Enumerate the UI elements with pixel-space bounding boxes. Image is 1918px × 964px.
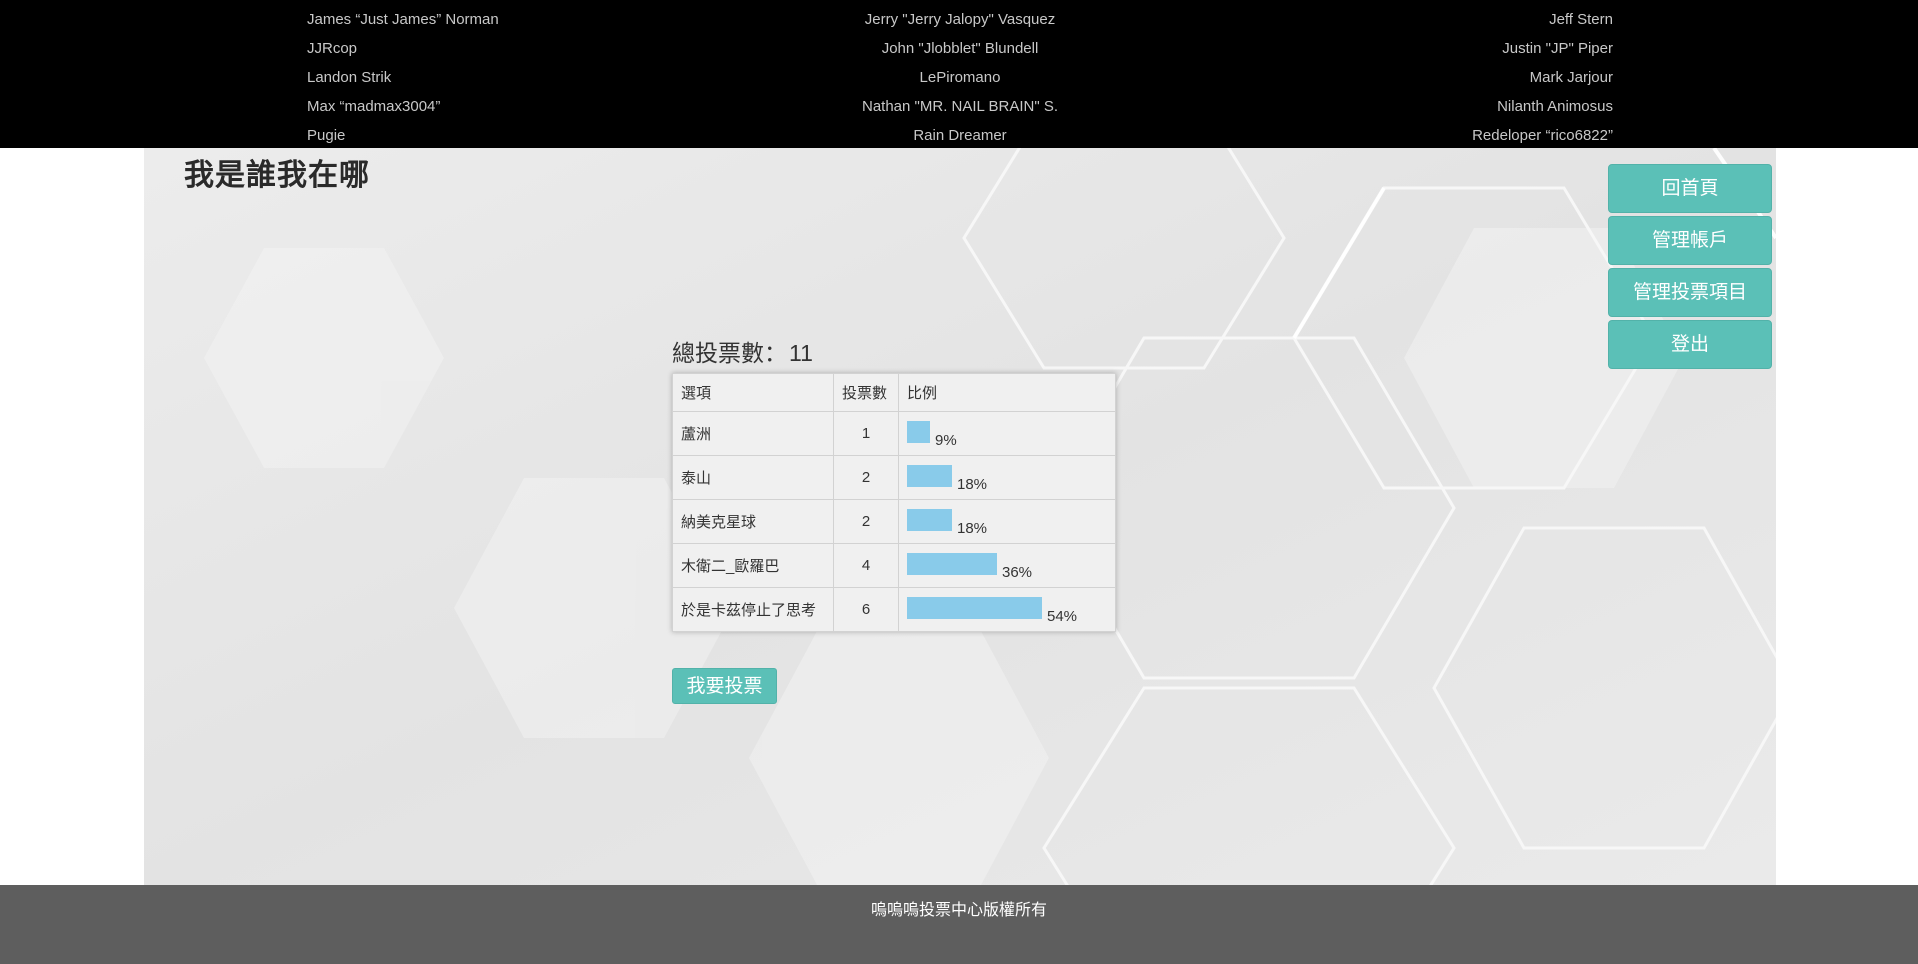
credit-name: John "Jlobblet" Blundell bbox=[881, 40, 1039, 57]
ratio-bar bbox=[907, 464, 952, 487]
ratio-bar bbox=[907, 552, 997, 575]
table-row: 泰山 2 18% bbox=[672, 455, 1116, 500]
ratio-bar bbox=[907, 596, 1042, 619]
results-table: 選項 投票數 比例 蘆洲 1 9% 泰山 2 18% 納美克星球 2 18% 木… bbox=[672, 373, 1116, 632]
option-name: 於是卡茲停止了思考 bbox=[672, 587, 834, 632]
table-row: 蘆洲 1 9% bbox=[672, 411, 1116, 456]
table-row: 納美克星球 2 18% bbox=[672, 499, 1116, 544]
credits-column-middle: Jerry "Jerry Jalopy" Vasquez John "Jlobb… bbox=[760, 0, 1160, 148]
credit-name: Mark Jarjour bbox=[1529, 69, 1613, 86]
ratio-bar bbox=[907, 420, 930, 443]
credit-name: Pugie bbox=[307, 127, 346, 144]
table-header-row: 選項 投票數 比例 bbox=[672, 373, 1116, 412]
option-name: 納美克星球 bbox=[672, 499, 834, 544]
vote-count: 4 bbox=[833, 543, 899, 588]
ratio-column-header: 比例 bbox=[898, 373, 1116, 412]
vote-count: 6 bbox=[833, 587, 899, 632]
option-column-header: 選項 bbox=[672, 373, 834, 412]
ratio-cell: 18% bbox=[898, 455, 1116, 500]
option-name: 木衛二_歐羅巴 bbox=[672, 543, 834, 588]
total-votes-label: 總投票數： bbox=[672, 340, 787, 366]
main-panel: 我是誰我在哪 回首頁 管理帳戶 管理投票項目 登出 總投票數：11 選項 投票數… bbox=[144, 148, 1776, 885]
credits-band: James “Just James” Norman JJRcop Landon … bbox=[0, 0, 1918, 148]
logout-button[interactable]: 登出 bbox=[1608, 320, 1772, 369]
credit-name: Justin "JP" Piper bbox=[1502, 40, 1613, 57]
ratio-cell: 54% bbox=[898, 587, 1116, 632]
ratio-cell: 18% bbox=[898, 499, 1116, 544]
ratio-percent: 9% bbox=[935, 431, 957, 449]
vote-button[interactable]: 我要投票 bbox=[672, 668, 777, 704]
credit-name: Max “madmax3004” bbox=[307, 98, 441, 115]
option-name: 泰山 bbox=[672, 455, 834, 500]
ratio-cell: 9% bbox=[898, 411, 1116, 456]
total-votes: 總投票數：11 bbox=[672, 334, 813, 368]
vote-count: 1 bbox=[833, 411, 899, 456]
credit-name: Nathan "MR. NAIL BRAIN" S. bbox=[862, 98, 1058, 115]
side-nav: 回首頁 管理帳戶 管理投票項目 登出 bbox=[1608, 164, 1772, 372]
footer: 嗚嗚嗚投票中心版權所有 bbox=[0, 885, 1918, 964]
credit-name: Redeloper “rico6822” bbox=[1472, 127, 1613, 144]
ratio-percent: 54% bbox=[1047, 607, 1078, 625]
credit-name: LePiromano bbox=[919, 69, 1001, 86]
ratio-cell: 36% bbox=[898, 543, 1116, 588]
manage-polls-button[interactable]: 管理投票項目 bbox=[1608, 268, 1772, 317]
credit-name: Rain Dreamer bbox=[913, 127, 1007, 144]
ratio-percent: 18% bbox=[957, 519, 988, 537]
credit-name: James “Just James” Norman bbox=[307, 11, 499, 28]
vote-count: 2 bbox=[833, 499, 899, 544]
credit-name: JJRcop bbox=[307, 40, 358, 57]
credits-column-left: James “Just James” Norman JJRcop Landon … bbox=[307, 0, 499, 148]
credit-name: Landon Strik bbox=[307, 69, 392, 86]
table-row: 於是卡茲停止了思考 6 54% bbox=[672, 587, 1116, 632]
credit-name: Jerry "Jerry Jalopy" Vasquez bbox=[864, 11, 1056, 28]
table-row: 木衛二_歐羅巴 4 36% bbox=[672, 543, 1116, 588]
ratio-percent: 36% bbox=[1002, 563, 1033, 581]
credit-name: Jeff Stern bbox=[1549, 11, 1613, 28]
site-title: 我是誰我在哪 bbox=[184, 158, 370, 193]
ratio-bar bbox=[907, 508, 952, 531]
count-column-header: 投票數 bbox=[833, 373, 899, 412]
credits-column-right: Jeff Stern Justin "JP" Piper Mark Jarjou… bbox=[1472, 0, 1613, 148]
credit-name: Nilanth Animosus bbox=[1497, 98, 1613, 115]
copyright-text: 嗚嗚嗚投票中心版權所有 bbox=[870, 900, 1047, 919]
vote-count: 2 bbox=[833, 455, 899, 500]
manage-accounts-button[interactable]: 管理帳戶 bbox=[1608, 216, 1772, 265]
option-name: 蘆洲 bbox=[672, 411, 834, 456]
home-button[interactable]: 回首頁 bbox=[1608, 164, 1772, 213]
ratio-percent: 18% bbox=[957, 475, 988, 493]
total-votes-value: 11 bbox=[789, 340, 813, 366]
